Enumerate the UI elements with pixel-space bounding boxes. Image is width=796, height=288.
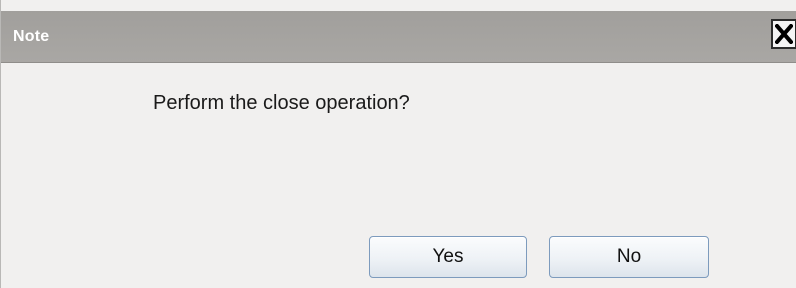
- no-button[interactable]: No: [549, 236, 709, 278]
- dialog-window: Note Perform the close operation? Yes No: [0, 0, 796, 288]
- yes-button[interactable]: Yes: [369, 236, 527, 278]
- dialog-title: Note: [13, 28, 50, 45]
- dialog-message: Perform the close operation?: [153, 92, 410, 114]
- close-icon: [775, 24, 793, 44]
- close-button[interactable]: [771, 19, 796, 49]
- title-bar[interactable]: Note: [1, 11, 796, 63]
